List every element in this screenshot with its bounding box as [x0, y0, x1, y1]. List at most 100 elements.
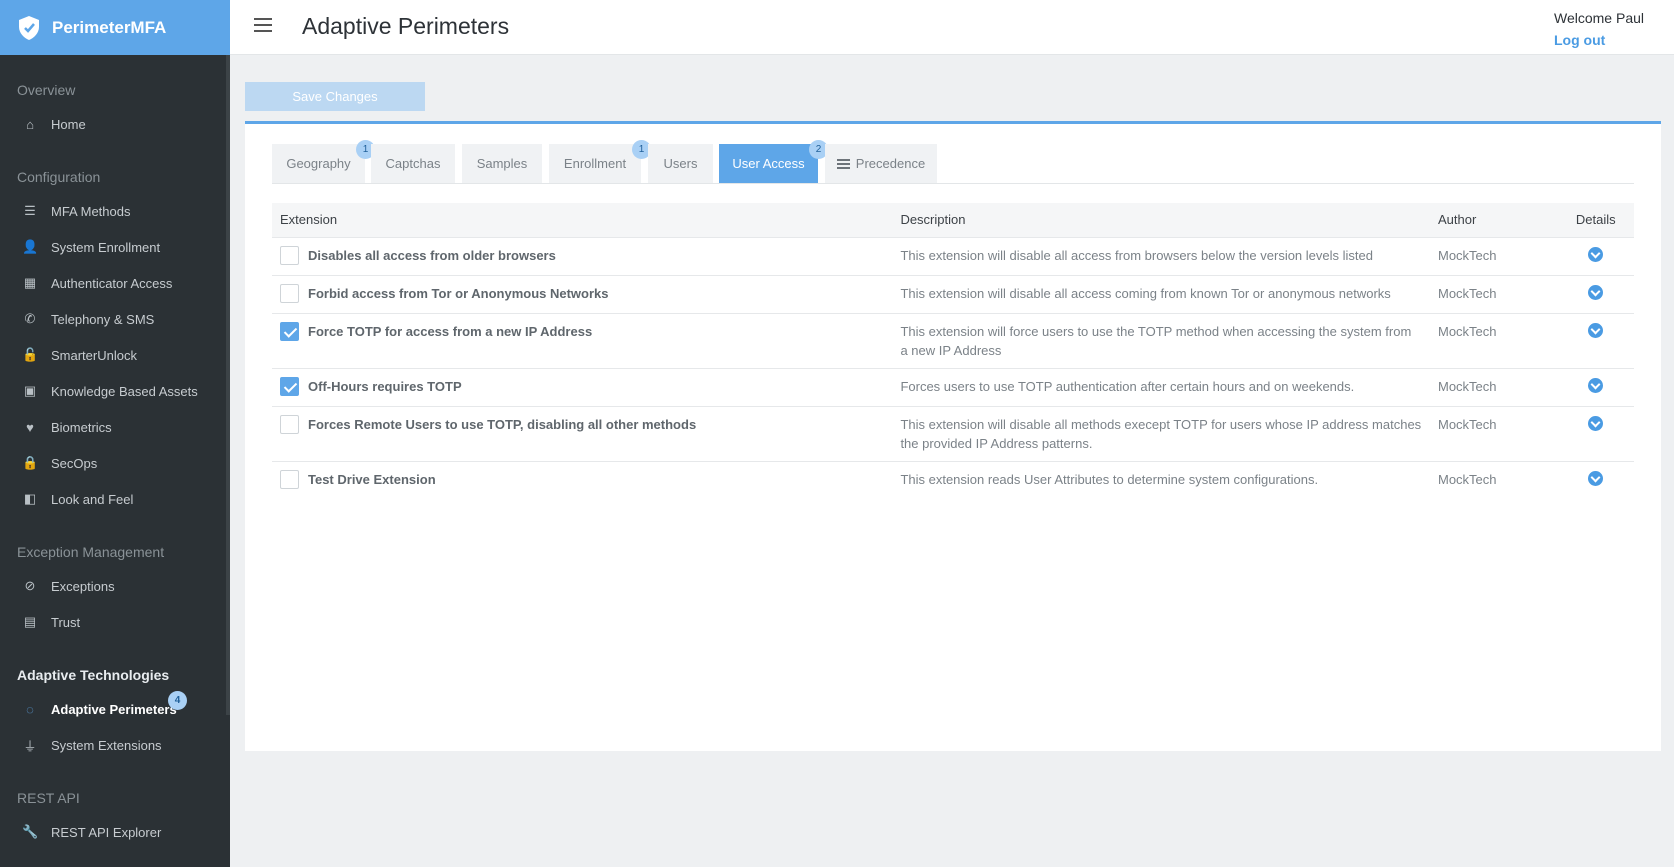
- sidebar-item-smarterunlock[interactable]: 🔓 SmarterUnlock: [0, 337, 230, 373]
- extension-checkbox[interactable]: [280, 283, 299, 303]
- expand-details-icon[interactable]: [1588, 322, 1604, 338]
- tab-bar: Geography 1 Captchas Samples Enrollment 1 User…: [272, 140, 1634, 184]
- hamburger-menu-icon[interactable]: [254, 18, 272, 32]
- sidebar: PerimeterMFA Overview ⌂ Home Configuration ☰…: [0, 0, 230, 867]
- sidebar-item-label: SecOps: [51, 455, 98, 471]
- sidebar-item-exceptions[interactable]: ⊘ Exceptions: [0, 568, 230, 604]
- shield-logo-icon: [19, 15, 39, 40]
- expand-details-icon[interactable]: [1588, 246, 1604, 262]
- extension-checkbox[interactable]: [280, 414, 299, 434]
- extension-checkbox[interactable]: [280, 469, 299, 489]
- extension-checkbox[interactable]: [280, 376, 299, 396]
- tab-captchas[interactable]: Captchas: [371, 144, 455, 183]
- phone-icon: ✆: [24, 311, 36, 326]
- tab-label: Samples: [476, 156, 528, 171]
- sidebar-item-biometrics[interactable]: ♥ Biometrics: [0, 409, 230, 445]
- extension-cell: Forbid access from Tor or Anonymous Netw…: [272, 274, 893, 313]
- sidebar-item-label: Trust: [51, 614, 81, 630]
- qr-icon: ▦: [23, 275, 37, 290]
- wrench-icon: 🔧: [22, 824, 39, 839]
- content-panel: Geography 1 Captchas Samples Enrollment 1 User…: [245, 121, 1661, 751]
- sidebar-item-system-extensions[interactable]: ⏚ System Extensions: [0, 727, 230, 763]
- palette-icon: ◧: [23, 491, 37, 506]
- description-cell: Forces users to use TOTP authentication …: [892, 367, 1430, 406]
- extension-name: Force TOTP for access from a new IP Addr…: [308, 323, 593, 339]
- table-row: Force TOTP for access from a new IP Addr…: [272, 312, 1634, 368]
- description-cell: This extension reads User Attributes to …: [892, 460, 1430, 499]
- extension-name: Forbid access from Tor or Anonymous Netw…: [308, 285, 609, 301]
- col-description: Description: [900, 212, 966, 228]
- home-icon: ⌂: [26, 116, 34, 132]
- page-title: Adaptive Perimeters: [302, 13, 510, 39]
- tab-label: Captchas: [385, 156, 441, 171]
- sidebar-item-authenticator-access[interactable]: ▦ Authenticator Access: [0, 265, 230, 301]
- tab-users[interactable]: Users: [648, 144, 713, 183]
- sidebar-item-label: MFA Methods: [51, 203, 131, 219]
- extension-cell: Off-Hours requires TOTP: [272, 367, 893, 406]
- extension-name: Off-Hours requires TOTP: [308, 378, 462, 394]
- tab-samples[interactable]: Samples: [462, 144, 542, 183]
- lock-icon: 🔒: [22, 455, 39, 470]
- list-icon: ☰: [24, 203, 36, 218]
- expand-details-icon[interactable]: [1588, 415, 1604, 431]
- brand-name: PerimeterMFA: [52, 17, 167, 37]
- tab-enrollment[interactable]: Enrollment 1: [549, 140, 651, 183]
- sidebar-item-home[interactable]: ⌂ Home: [0, 106, 230, 142]
- tab-user-access[interactable]: User Access 2: [719, 140, 828, 183]
- extensions-table: Extension Description Author Details Dis…: [272, 203, 1634, 499]
- sidebar-item-label: Authenticator Access: [51, 275, 173, 291]
- expand-details-icon[interactable]: [1588, 284, 1604, 300]
- description-cell: This extension will disable all access c…: [892, 274, 1430, 313]
- author-cell: MockTech: [1430, 312, 1558, 368]
- sidebar-item-secops[interactable]: 🔒 SecOps: [0, 445, 230, 481]
- save-changes-button[interactable]: Save Changes: [245, 82, 425, 111]
- col-extension: Extension: [280, 212, 338, 228]
- sidebar-section-title: Adaptive Technologies: [17, 667, 170, 683]
- extension-checkbox[interactable]: [280, 321, 299, 341]
- author-cell: MockTech: [1430, 460, 1558, 499]
- extension-name: Test Drive Extension: [308, 471, 436, 487]
- sidebar-item-rest-api-explorer[interactable]: 🔧 REST API Explorer: [0, 814, 230, 850]
- details-cell: [1557, 236, 1634, 275]
- brand[interactable]: PerimeterMFA: [0, 0, 230, 55]
- sidebar-item-mfa-methods[interactable]: ☰ MFA Methods: [0, 193, 230, 229]
- table-row: Off-Hours requires TOTP Forces users to …: [272, 367, 1634, 406]
- tab-precedence[interactable]: Precedence: [825, 144, 937, 183]
- sidebar-item-label: Look and Feel: [51, 491, 134, 507]
- col-author: Author: [1438, 212, 1477, 228]
- sidebar-section-title: Overview: [17, 82, 76, 98]
- details-cell: [1557, 367, 1634, 406]
- description-cell: This extension will force users to use t…: [892, 312, 1430, 368]
- sidebar-item-label: Adaptive Perimeters: [51, 701, 177, 717]
- tab-label: Precedence: [855, 156, 926, 171]
- expand-details-icon[interactable]: [1588, 470, 1604, 486]
- author-cell: MockTech: [1430, 274, 1558, 313]
- expand-details-icon[interactable]: [1588, 377, 1604, 393]
- table-row: Test Drive Extension This extension read…: [272, 460, 1634, 499]
- sidebar-item-knowledge-based-assets[interactable]: ▣ Knowledge Based Assets: [0, 373, 230, 409]
- sidebar-item-label: System Extensions: [51, 737, 162, 753]
- user-plus-icon: 👤: [22, 239, 39, 254]
- details-cell: [1557, 312, 1634, 368]
- extension-checkbox[interactable]: [280, 245, 299, 265]
- description-cell: This extension will disable all methods …: [892, 405, 1430, 461]
- logout-link[interactable]: Log out: [1554, 32, 1605, 48]
- details-cell: [1557, 405, 1634, 461]
- sidebar-item-adaptive-perimeters[interactable]: ◌ Adaptive Perimeters 4: [0, 691, 230, 727]
- extension-cell: Test Drive Extension: [272, 460, 893, 499]
- sidebar-item-system-enrollment[interactable]: 👤 System Enrollment: [0, 229, 230, 265]
- sidebar-item-trust[interactable]: ▤ Trust: [0, 604, 230, 640]
- author-cell: MockTech: [1430, 367, 1558, 406]
- tab-geography[interactable]: Geography 1: [272, 140, 375, 183]
- extension-name: Forces Remote Users to use TOTP, disabli…: [308, 416, 697, 432]
- extension-cell: Forces Remote Users to use TOTP, disabli…: [272, 405, 893, 461]
- sidebar-item-look-and-feel[interactable]: ◧ Look and Feel: [0, 481, 230, 517]
- sidebar-nav: Overview ⌂ Home Configuration ☰ MFA Methods 👤 S…: [0, 82, 230, 850]
- ban-icon: ⊘: [24, 578, 36, 593]
- sidebar-item-label: Telephony & SMS: [51, 311, 155, 327]
- sidebar-item-label: REST API Explorer: [51, 824, 162, 840]
- extension-cell: Disables all access from older browsers: [272, 236, 893, 275]
- list-icon: [836, 157, 850, 171]
- table-row: Forces Remote Users to use TOTP, disabli…: [272, 405, 1634, 461]
- sidebar-item-telephony-sms[interactable]: ✆ Telephony & SMS: [0, 301, 230, 337]
